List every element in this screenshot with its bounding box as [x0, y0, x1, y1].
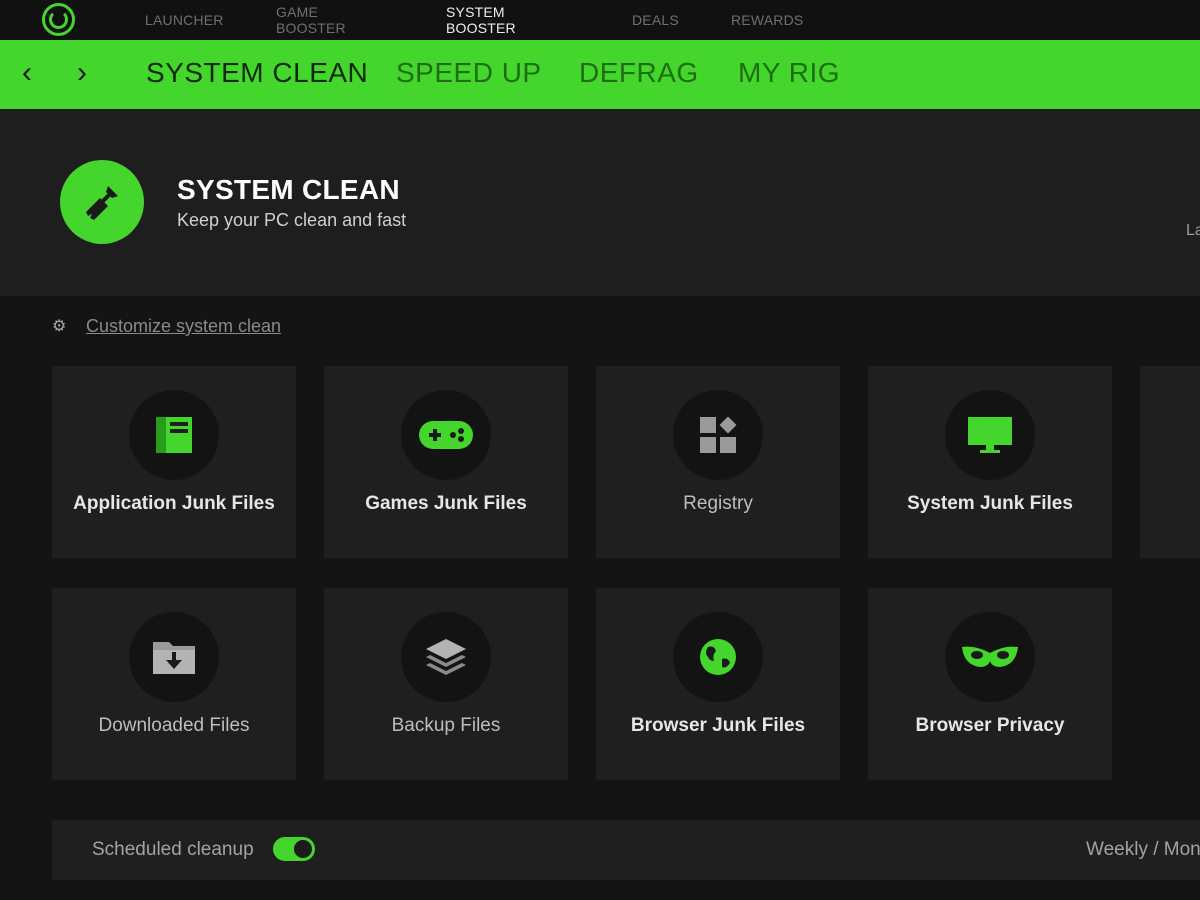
top-nav-rewards[interactable]: REWARDS	[731, 12, 803, 28]
back-arrow-icon[interactable]: ‹	[12, 58, 42, 88]
razer-logo-icon[interactable]	[42, 3, 75, 36]
monitor-icon	[945, 390, 1035, 480]
tab-defrag[interactable]: DEFRAG	[579, 57, 699, 89]
tile-label: Games Junk Files	[365, 493, 527, 514]
hero-edge-text: La	[1186, 222, 1200, 239]
page-title: SYSTEM CLEAN	[177, 174, 400, 205]
tile-label: Downloaded Files	[98, 715, 250, 736]
tab-speed-up[interactable]: SPEED UP	[396, 57, 542, 89]
tab-my-rig[interactable]: MY RIG	[738, 57, 840, 89]
top-nav-system-booster[interactable]: SYSTEM BOOSTER	[446, 4, 516, 36]
tile-label: System Junk Files	[907, 493, 1073, 514]
tile-system-junk-files[interactable]: System Junk Files	[868, 366, 1112, 558]
customize-system-clean-link[interactable]: Customize system clean	[86, 316, 281, 337]
tile-label: Browser Junk Files	[630, 715, 806, 736]
tile-label: Browser Privacy	[915, 715, 1065, 736]
broom-icon	[60, 160, 144, 244]
schedule-frequency[interactable]: Weekly / Mon	[1086, 839, 1200, 861]
hero-header: SYSTEM CLEAN Keep your PC clean and fast…	[0, 109, 1200, 296]
top-nav-launcher[interactable]: LAUNCHER	[145, 12, 224, 28]
tile-label: Registry	[683, 493, 753, 514]
registry-icon	[673, 390, 763, 480]
tile-downloaded-files[interactable]: Downloaded Files	[52, 588, 296, 780]
tab-system-clean[interactable]: SYSTEM CLEAN	[146, 57, 368, 89]
customize-row[interactable]: ⚙ Customize system clean	[52, 316, 281, 337]
tile-application-junk-files[interactable]: Application Junk Files	[52, 366, 296, 558]
sub-nav-bar: ‹ › SYSTEM CLEAN SPEED UP DEFRAG MY RIG	[0, 40, 1200, 109]
tile-backup-files[interactable]: Backup Files	[324, 588, 568, 780]
tile-partial[interactable]	[1140, 366, 1200, 558]
gamepad-icon	[401, 390, 491, 480]
application-icon	[129, 390, 219, 480]
gear-icon: ⚙	[52, 317, 67, 335]
tile-browser-junk-files[interactable]: Browser Junk Files	[596, 588, 840, 780]
scheduled-cleanup-label: Scheduled cleanup	[92, 839, 254, 860]
scheduled-cleanup-toggle[interactable]	[273, 837, 315, 861]
tile-browser-privacy[interactable]: Browser Privacy	[868, 588, 1112, 780]
download-folder-icon	[129, 612, 219, 702]
tile-label: Backup Files	[391, 715, 501, 736]
tile-registry[interactable]: Registry	[596, 366, 840, 558]
layers-icon	[401, 612, 491, 702]
tile-games-junk-files[interactable]: Games Junk Files	[324, 366, 568, 558]
top-nav-game-booster[interactable]: GAME BOOSTER	[276, 4, 346, 36]
mask-icon	[945, 612, 1035, 702]
tile-label: Application Junk Files	[73, 493, 275, 514]
top-nav-deals[interactable]: DEALS	[632, 12, 679, 28]
forward-arrow-icon[interactable]: ›	[67, 58, 97, 88]
main-content: ⚙ Customize system clean Application Jun…	[0, 296, 1200, 900]
top-bar: LAUNCHER GAME BOOSTER SYSTEM BOOSTER DEA…	[0, 0, 1200, 40]
globe-icon	[673, 612, 763, 702]
scheduled-cleanup-bar: Scheduled cleanup Weekly / Mon	[52, 820, 1200, 880]
page-subtitle: Keep your PC clean and fast	[177, 210, 407, 230]
